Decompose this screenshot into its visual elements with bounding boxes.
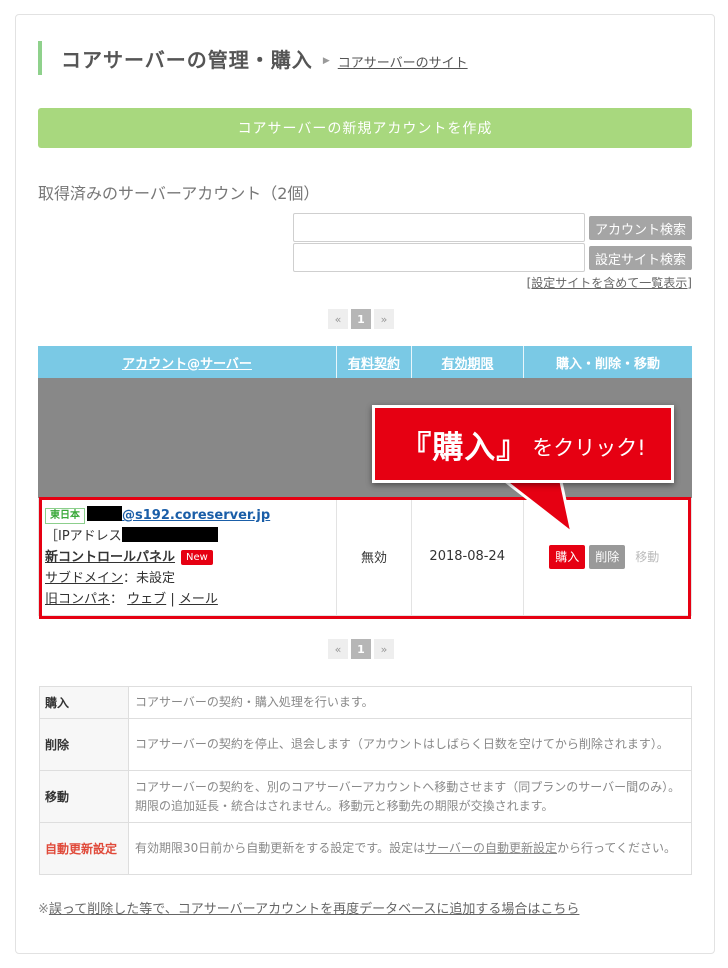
desc-text-before: 有効期限30日前から自動更新をする設定です。設定は — [135, 841, 426, 855]
list-all-with-sites-link[interactable]: [設定サイトを含めて一覧表示] — [527, 274, 692, 291]
desc-text: コアサーバーの契約を停止、退会します（アカウントはしばらく日数を空けてから削除さ… — [128, 718, 692, 771]
mail-link[interactable]: メール — [179, 592, 218, 607]
pager-next-button[interactable]: » — [374, 309, 394, 329]
callout-sub-text: をクリック! — [532, 436, 646, 460]
account-search-input[interactable] — [293, 213, 585, 242]
account-cell: 東日本 @s192.coreserver.jp ［IPアドレス 新コントロールパネ… — [39, 498, 338, 615]
table-row: 移動 コアサーバーの契約を、別のコアサーバーアカウントへ移動させます（同プランの… — [39, 770, 692, 823]
page-header: コアサーバーの管理・購入 ▶ コアサーバーのサイト — [38, 41, 468, 75]
new-badge: New — [181, 550, 213, 565]
redacted-ip-address — [121, 527, 218, 542]
pipe-separator: | — [170, 592, 175, 607]
auto-renew-settings-link[interactable]: サーバーの自動更新設定 — [425, 841, 557, 855]
paid-contract-cell: 無効 — [337, 498, 412, 615]
title-accent-bar — [38, 41, 42, 75]
delete-button[interactable]: 削除 — [589, 544, 626, 569]
old-panel-link[interactable]: 旧コンパネ — [45, 592, 110, 607]
pager-top: « 1 » — [328, 309, 394, 329]
callout-balloon: 『購入』 をクリック! — [372, 405, 674, 483]
accounts-section-title: 取得済みのサーバーアカウント（2個） — [38, 184, 320, 203]
account-search-button[interactable]: アカウント検索 — [589, 216, 692, 240]
pager-prev-button[interactable]: « — [328, 309, 348, 329]
site-search-button[interactable]: 設定サイト検索 — [589, 246, 692, 270]
desc-key: 移動 — [39, 770, 129, 823]
col-account-server[interactable]: アカウント@サーバー — [38, 346, 337, 378]
buy-button[interactable]: 購入 — [549, 544, 586, 569]
col-paid-contract[interactable]: 有料契約 — [337, 346, 412, 378]
desc-text: コアサーバーの契約・購入処理を行います。 — [128, 686, 692, 719]
subdomain-link[interactable]: サブドメイン — [45, 571, 123, 586]
desc-key: 削除 — [39, 718, 129, 771]
desc-text: 有効期限30日前から自動更新をする設定です。設定はサーバーの自動更新設定から行っ… — [128, 822, 692, 875]
description-table: 購入 コアサーバーの契約・購入処理を行います。 削除 コアサーバーの契約を停止、… — [39, 686, 692, 875]
pager-bottom: « 1 » — [328, 639, 394, 659]
create-new-account-button[interactable]: コアサーバーの新規アカウントを作成 — [38, 108, 692, 148]
pager-page-1[interactable]: 1 — [351, 639, 371, 659]
table-row: 削除 コアサーバーの契約を停止、退会します（アカウントはしばらく日数を空けてから… — [39, 718, 692, 771]
region-badge: 東日本 — [45, 508, 85, 524]
caret-right-icon: ▶ — [322, 56, 330, 66]
table-row: 東日本 @s192.coreserver.jp ［IPアドレス 新コントロールパネ… — [38, 498, 692, 616]
desc-key: 購入 — [39, 686, 129, 719]
new-control-panel-link[interactable]: 新コントロールパネル — [45, 550, 175, 565]
table-header-row: アカウント@サーバー 有料契約 有効期限 購入・削除・移動 — [38, 346, 692, 378]
col-expiry[interactable]: 有効期限 — [412, 346, 524, 378]
callout-tail — [500, 477, 575, 537]
redacted-account-name — [87, 506, 122, 521]
pager-page-1[interactable]: 1 — [351, 309, 371, 329]
move-button[interactable]: 移動 — [629, 545, 665, 569]
site-search-input[interactable] — [293, 243, 585, 272]
pager-next-button[interactable]: » — [374, 639, 394, 659]
desc-text: コアサーバーの契約を、別のコアサーバーアカウントへ移動させます（同プランのサーバ… — [128, 770, 692, 823]
footer-prefix: ※ — [38, 902, 49, 917]
pager-prev-button[interactable]: « — [328, 639, 348, 659]
web-link[interactable]: ウェブ — [127, 592, 166, 607]
table-row: 自動更新設定 有効期限30日前から自動更新をする設定です。設定はサーバーの自動更… — [39, 822, 692, 875]
restore-account-link[interactable]: 誤って削除した等で、コアサーバーアカウントを再度データベースに追加する場合はこち… — [49, 902, 580, 917]
desc-text-after: から行ってください。 — [556, 841, 677, 855]
callout-main-text: 『購入』 — [400, 429, 529, 466]
footer-note: ※誤って削除した等で、コアサーバーアカウントを再度データベースに追加する場合はこ… — [38, 898, 579, 917]
desc-key: 自動更新設定 — [39, 822, 129, 875]
old-panel-separator: ： — [110, 592, 124, 607]
account-domain-link[interactable]: @s192.coreserver.jp — [122, 508, 270, 523]
ip-address-label: ［IPアドレス — [45, 529, 122, 544]
page-title: コアサーバーの管理・購入 — [61, 47, 313, 72]
subdomain-value: ：未設定 — [123, 571, 176, 586]
col-actions: 購入・削除・移動 — [555, 356, 660, 372]
coreserver-site-link[interactable]: コアサーバーのサイト — [338, 52, 468, 71]
table-row: 購入 コアサーバーの契約・購入処理を行います。 — [39, 686, 692, 719]
